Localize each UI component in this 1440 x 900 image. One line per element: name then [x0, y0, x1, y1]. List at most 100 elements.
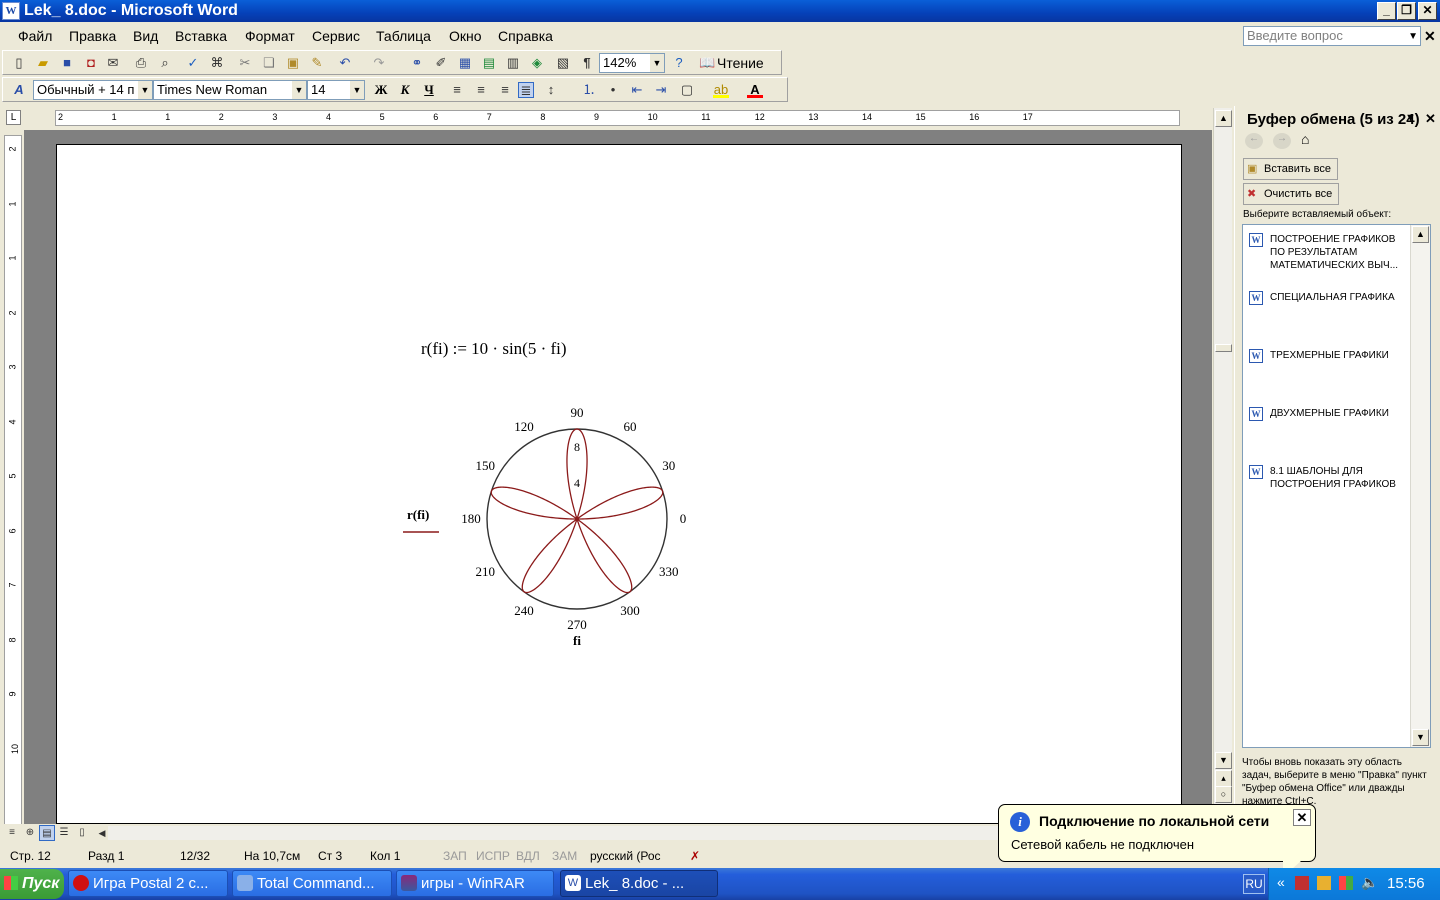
vertical-scrollbar[interactable]: ▲ ▼ ▴ ○ [1213, 108, 1232, 804]
new-document-icon[interactable]: ▯ [11, 55, 27, 71]
clipboard-items-list[interactable]: W ПОСТРОЕНИЕ ГРАФИКОВ ПО РЕЗУЛЬТАТАМ МАТЕ… [1242, 224, 1431, 748]
research-icon[interactable]: ⌘ [209, 55, 225, 71]
vertical-ruler[interactable]: 2 1 1 2 3 4 5 6 7 8 9 10 [4, 135, 22, 825]
font-color-icon[interactable]: A [747, 82, 763, 98]
document-close-icon[interactable]: ✕ [1424, 28, 1436, 45]
align-left-icon[interactable]: ≡ [449, 82, 465, 98]
menu-window[interactable]: Окно [449, 28, 482, 44]
status-language[interactable]: русский (Рос [590, 849, 661, 863]
justify-icon[interactable]: ≣ [518, 82, 534, 98]
tray-app-icon[interactable] [1317, 876, 1331, 890]
hyperlink-icon[interactable]: ⚭ [409, 55, 425, 71]
format-painter-icon[interactable]: ✎ [309, 55, 325, 71]
taskbar-item-total-commander[interactable]: Total Command... [232, 870, 392, 897]
borders-icon[interactable]: ▢ [679, 82, 695, 98]
menu-edit[interactable]: Правка [69, 28, 116, 44]
status-ovr[interactable]: ЗАМ [552, 849, 577, 863]
restore-button[interactable]: ❐ [1397, 2, 1416, 20]
font-size-select[interactable]: 14 ▼ [307, 80, 365, 100]
pane-menu-icon[interactable]: ▼ [1405, 112, 1416, 124]
clip-scroll-down-icon[interactable]: ▼ [1412, 729, 1429, 746]
spelling-status-icon[interactable]: ✗ [690, 849, 700, 863]
start-button[interactable]: Пуск [0, 869, 64, 899]
notification-close-icon[interactable]: ✕ [1293, 809, 1311, 826]
normal-view-icon[interactable]: ≡ [4, 825, 20, 841]
scroll-thumb[interactable] [1215, 344, 1232, 352]
clipboard-scrollbar[interactable]: ▲ ▼ [1410, 225, 1430, 747]
styles-pane-icon[interactable]: A [11, 82, 27, 98]
ask-dropdown-icon[interactable]: ▼ [1408, 28, 1418, 46]
line-spacing-icon[interactable]: ↕ [543, 82, 559, 98]
tab-selector-icon[interactable]: L [6, 110, 21, 125]
status-ext[interactable]: ВДЛ [516, 849, 540, 863]
pane-close-icon[interactable]: ✕ [1425, 111, 1436, 127]
style-dropdown-icon[interactable]: ▼ [138, 81, 152, 99]
reading-view-icon[interactable]: ▯ [74, 825, 90, 841]
outline-view-icon[interactable]: ☰ [56, 825, 72, 841]
menu-format[interactable]: Формат [245, 28, 295, 44]
bold-button[interactable]: Ж [373, 82, 389, 98]
paste-all-button[interactable]: ▣ Вставить все [1243, 158, 1339, 180]
style-select[interactable]: Обычный + 14 п ▼ [33, 80, 153, 100]
numbering-icon[interactable]: ⒈ [581, 82, 597, 98]
increase-indent-icon[interactable]: ⇥ [653, 82, 669, 98]
font-size-dropdown-icon[interactable]: ▼ [350, 81, 364, 99]
bullets-icon[interactable]: • [605, 82, 621, 98]
taskbar-item-opera[interactable]: Игра Postal 2 с... [68, 870, 228, 897]
status-rec[interactable]: ЗАП [443, 849, 467, 863]
volume-icon[interactable]: 🔈 [1361, 874, 1378, 891]
menu-help[interactable]: Справка [498, 28, 553, 44]
help-icon[interactable]: ? [671, 55, 687, 71]
align-center-icon[interactable]: ≡ [473, 82, 489, 98]
tables-borders-icon[interactable]: ✐ [433, 55, 449, 71]
insert-excel-icon[interactable]: ▤ [481, 55, 497, 71]
underline-button[interactable]: Ч [421, 82, 437, 98]
print-preview-icon[interactable]: ⌕ [157, 55, 173, 71]
menu-file[interactable]: Файл [18, 28, 52, 44]
reading-icon[interactable]: 📖 [699, 55, 715, 71]
cut-icon[interactable]: ✂ [237, 55, 253, 71]
print-layout-icon[interactable]: ▤ [39, 825, 55, 841]
italic-button[interactable]: К [397, 82, 413, 98]
network-disconnected-icon[interactable] [1295, 876, 1309, 890]
copy-icon[interactable]: ❏ [261, 55, 277, 71]
undo-icon[interactable]: ↶ [337, 55, 353, 71]
font-select[interactable]: Times New Roman ▼ [153, 80, 307, 100]
scroll-down-icon[interactable]: ▼ [1215, 752, 1232, 769]
document-map-icon[interactable]: ▧ [555, 55, 571, 71]
menu-table[interactable]: Таблица [376, 28, 431, 44]
menu-view[interactable]: Вид [133, 28, 158, 44]
zoom-dropdown-icon[interactable]: ▼ [650, 54, 664, 72]
save-icon[interactable]: ■ [59, 55, 75, 71]
horizontal-ruler[interactable]: 2 1 1 2 3 4 5 6 7 8 9 10 11 12 13 14 15 16 17 [55, 110, 1180, 126]
open-icon[interactable]: ▰ [35, 55, 51, 71]
web-view-icon[interactable]: ⊕ [22, 825, 38, 841]
highlight-icon[interactable]: ab [713, 82, 729, 98]
close-button[interactable]: ✕ [1418, 2, 1437, 20]
align-right-icon[interactable]: ≡ [497, 82, 513, 98]
minimize-button[interactable]: _ [1377, 2, 1396, 20]
taskbar-item-winrar[interactable]: игры - WinRAR [396, 870, 554, 897]
show-formatting-icon[interactable]: ¶ [579, 55, 595, 71]
previous-page-icon[interactable]: ▴ [1215, 770, 1232, 787]
redo-icon[interactable]: ↷ [371, 55, 387, 71]
word-app-icon[interactable]: W [2, 2, 20, 20]
menu-tools[interactable]: Сервис [312, 28, 360, 44]
permission-icon[interactable]: ◘ [83, 55, 99, 71]
language-indicator[interactable]: RU [1243, 874, 1265, 894]
spelling-icon[interactable]: ✓ [185, 55, 201, 71]
status-trk[interactable]: ИСПР [476, 849, 510, 863]
network-notification[interactable]: i Подключение по локальной сети Сетевой … [998, 804, 1316, 877]
pane-home-icon[interactable]: ⌂ [1301, 131, 1309, 147]
insert-table-icon[interactable]: ▦ [457, 55, 473, 71]
decrease-indent-icon[interactable]: ⇤ [629, 82, 645, 98]
reading-mode-button[interactable]: Чтение [717, 55, 764, 71]
columns-icon[interactable]: ▥ [505, 55, 521, 71]
pane-forward-icon[interactable]: → [1273, 133, 1291, 149]
clip-scroll-up-icon[interactable]: ▲ [1412, 226, 1429, 243]
menu-insert[interactable]: Вставка [175, 28, 227, 44]
email-icon[interactable]: ✉ [105, 55, 121, 71]
tray-expand-icon[interactable]: « [1277, 874, 1285, 890]
taskbar-item-word[interactable]: W Lek_ 8.doc - ... [560, 870, 718, 897]
browse-object-icon[interactable]: ○ [1215, 786, 1232, 803]
